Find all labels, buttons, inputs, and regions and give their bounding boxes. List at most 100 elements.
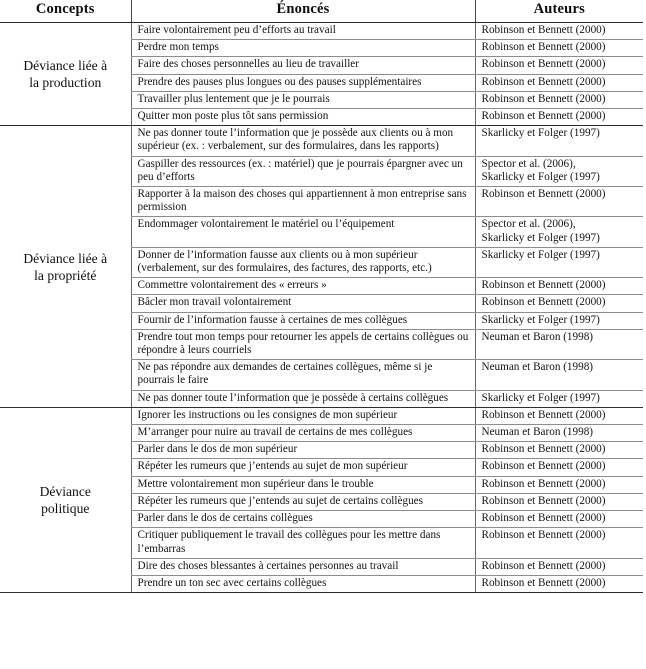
auteur-line: Robinson et Bennett (2000): [481, 296, 606, 309]
auteur-cell: Robinson et Bennett (2000): [474, 294, 643, 313]
auteur-line: Spector et al. (2006),: [481, 218, 576, 231]
auteur-cell: Robinson et Bennett (2000): [474, 407, 643, 426]
enonce-cell: Quitter mon poste plus tôt sans permissi…: [130, 108, 475, 127]
auteur-line: Robinson et Bennett (2000): [481, 58, 606, 71]
enonce-cell: Rapporter à la maison des choses qui app…: [130, 186, 475, 218]
auteur-line: Skarlicky et Folger (1997): [481, 313, 600, 326]
enonce-cell: Travailler plus lentement que je le pour…: [130, 91, 475, 110]
auteur-cell: Robinson et Bennett (2000): [474, 74, 643, 92]
auteur-line: Robinson et Bennett (2000): [481, 576, 606, 589]
enonce-cell: Commettre volontairement des « erreurs »: [130, 277, 475, 296]
auteur-cell: Robinson et Bennett (2000): [474, 510, 643, 529]
auteur-cell: Spector et al. (2006), Skarlicky et Folge…: [474, 156, 643, 188]
table-body: Déviance liée à la production Faire volont…: [0, 22, 643, 594]
auteur-line: Robinson et Bennett (2000): [481, 529, 606, 542]
auteur-line: Robinson et Bennett (2000): [481, 110, 606, 123]
table-row: Déviance politique Ignorer les instruction…: [0, 407, 643, 594]
enonce-cell: Gaspiller des ressources (ex. : matériel…: [130, 156, 475, 188]
auteur-line: Robinson et Bennett (2000): [481, 75, 606, 88]
auteur-line: Neuman et Baron (1998): [481, 361, 594, 374]
concept-cell: Déviance politique: [0, 407, 131, 594]
auteur-cell: Robinson et Bennett (2000): [474, 39, 643, 58]
enonce-cell: Faire volontairement peu d’efforts au tr…: [130, 22, 475, 41]
auteur-line: Neuman et Baron (1998): [481, 426, 594, 439]
deviance-table: Concepts Énoncés Auteurs Déviance liée à…: [0, 0, 643, 594]
column-header-concepts: Concepts: [0, 0, 131, 23]
enonce-cell: Faire des choses personnelles au lieu de…: [130, 56, 475, 75]
column-header-enonces: Énoncés: [130, 0, 475, 23]
enonce-cell: Bâcler mon travail volontairement: [130, 294, 475, 313]
auteur-line: Skarlicky et Folger (1997): [481, 127, 600, 140]
auteur-cell: Neuman et Baron (1998): [474, 424, 643, 443]
auteur-line: Robinson et Bennett (2000): [481, 92, 606, 105]
auteur-cell: Neuman et Baron (1998): [474, 329, 643, 361]
auteur-line: Robinson et Bennett (2000): [481, 24, 606, 36]
table-header: Concepts Énoncés Auteurs: [0, 0, 643, 23]
enonce-cell: Mettre volontairement mon supérieur dans…: [130, 476, 475, 494]
auteur-line: Skarlicky et Folger (1997): [481, 231, 600, 244]
enonce-cell: Donner de l’information fausse aux clien…: [130, 247, 475, 279]
auteur-line: Skarlicky et Folger (1997): [481, 391, 600, 404]
enonce-cell: Ne pas répondre aux demandes de certaine…: [130, 359, 475, 391]
auteur-line: Skarlicky et Folger (1997): [481, 170, 600, 183]
concept-line: Déviance liée à: [23, 250, 108, 266]
enonce-cell: Ignorer les instructions ou les consigne…: [130, 407, 475, 426]
auteur-cell: Robinson et Bennett (2000): [474, 108, 643, 127]
enonce-cell: Répéter les rumeurs que j’entends au suj…: [130, 493, 475, 512]
auteur-line: Robinson et Bennett (2000): [481, 494, 606, 507]
auteur-cell: Robinson et Bennett (2000): [474, 575, 643, 594]
enonce-cell: Critiquer publiquement le travail des co…: [130, 527, 475, 559]
enonce-cell: M’arranger pour nuire au travail de cert…: [130, 424, 475, 443]
enonce-cell: Prendre des pauses plus longues ou des p…: [130, 74, 475, 92]
auteur-line: Robinson et Bennett (2000): [481, 408, 606, 421]
auteur-line: Robinson et Bennett (2000): [481, 188, 606, 201]
enonce-cell: Endommager volontairement le matériel ou…: [130, 216, 475, 248]
enonce-cell: Perdre mon temps: [130, 39, 475, 58]
concept-line: la propriété: [34, 267, 97, 283]
column-header-auteurs: Auteurs: [474, 0, 643, 23]
auteur-line: Robinson et Bennett (2000): [481, 279, 606, 292]
auteur-cell: Neuman et Baron (1998): [474, 359, 643, 391]
concept-line: la production: [29, 75, 102, 91]
enonce-cell: Prendre tout mon temps pour retourner le…: [130, 329, 475, 361]
auteur-cell: Robinson et Bennett (2000): [474, 458, 643, 477]
auteur-line: Robinson et Bennett (2000): [481, 512, 606, 525]
table-row: Déviance liée à la production Faire volont…: [0, 22, 643, 127]
auteur-line: Robinson et Bennett (2000): [481, 477, 606, 490]
auteur-cell: Spector et al. (2006), Skarlicky et Folge…: [474, 216, 643, 248]
auteur-cell: Robinson et Bennett (2000): [474, 186, 643, 218]
table-header-row: Concepts Énoncés Auteurs: [0, 0, 643, 23]
auteur-cell: Robinson et Bennett (2000): [474, 558, 643, 576]
auteur-cell: Robinson et Bennett (2000): [474, 527, 643, 559]
concept-cell: Déviance liée à la propriété: [0, 125, 131, 408]
enonce-cell: Fournir de l’information fausse à certai…: [130, 312, 475, 330]
table-row: Déviance liée à la propriété Ne pas donner…: [0, 125, 643, 408]
auteur-cell: Robinson et Bennett (2000): [474, 277, 643, 296]
document-page: Concepts Énoncés Auteurs Déviance liée à…: [0, 0, 646, 669]
auteur-line: Robinson et Bennett (2000): [481, 443, 606, 456]
auteur-cell: Robinson et Bennett (2000): [474, 441, 643, 460]
auteur-cell: Robinson et Bennett (2000): [474, 56, 643, 75]
concept-line: Déviance: [39, 483, 91, 499]
auteur-cell: Skarlicky et Folger (1997): [474, 390, 643, 408]
auteur-cell: Skarlicky et Folger (1997): [474, 312, 643, 330]
enonce-cell: Ne pas donner toute l’information que je…: [130, 125, 475, 157]
auteur-cell: Robinson et Bennett (2000): [474, 493, 643, 512]
auteur-line: Robinson et Bennett (2000): [481, 460, 606, 473]
auteur-line: Skarlicky et Folger (1997): [481, 248, 600, 261]
auteur-cell: Robinson et Bennett (2000): [474, 476, 643, 494]
auteur-line: Spector et al. (2006),: [481, 157, 576, 170]
enonce-cell: Dire des choses blessantes à certaines p…: [130, 558, 475, 576]
enonce-cell: Ne pas donner toute l’information que je…: [130, 390, 475, 408]
auteur-cell: Robinson et Bennett (2000): [474, 22, 643, 41]
enonce-cell: Répéter les rumeurs que j’entends au suj…: [130, 458, 475, 477]
auteur-cell: Skarlicky et Folger (1997): [474, 125, 643, 157]
concept-line: politique: [41, 500, 90, 516]
concept-cell: Déviance liée à la production: [0, 22, 131, 127]
auteur-line: Robinson et Bennett (2000): [481, 559, 606, 572]
enonce-cell: Parler dans le dos de certains collègues: [130, 510, 475, 529]
auteur-line: Robinson et Bennett (2000): [481, 41, 606, 54]
auteur-cell: Robinson et Bennett (2000): [474, 91, 643, 110]
auteur-cell: Skarlicky et Folger (1997): [474, 247, 643, 279]
concept-line: Déviance liée à: [23, 58, 108, 74]
